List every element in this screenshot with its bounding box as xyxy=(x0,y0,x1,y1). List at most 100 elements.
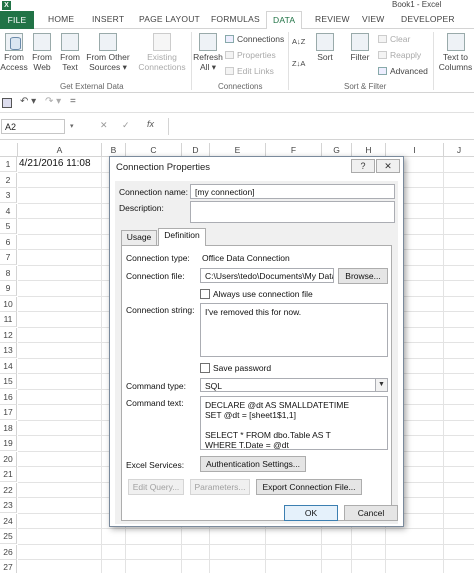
row-header-15[interactable]: 15 xyxy=(0,374,17,389)
tab-formulas[interactable]: FORMULAS xyxy=(211,14,260,24)
column-header-a[interactable]: A xyxy=(18,143,102,157)
row-header-11[interactable]: 11 xyxy=(0,312,17,327)
ok-button[interactable]: OK xyxy=(284,505,338,521)
edit-query-button[interactable]: Edit Query... xyxy=(128,479,184,495)
existing-connections-button[interactable]: Existing Connections xyxy=(136,33,188,72)
from-other-sources-button[interactable]: From Other Sources ▾ xyxy=(84,33,132,72)
properties-button[interactable]: Properties xyxy=(225,50,276,60)
existing-label-1: Existing xyxy=(147,52,177,62)
column-header-i[interactable]: I xyxy=(386,143,444,157)
sort-z-a-button[interactable]: Z↓A xyxy=(292,59,305,68)
row-header-2[interactable]: 2 xyxy=(0,172,17,188)
row-header-3[interactable]: 3 xyxy=(0,188,17,203)
help-button[interactable]: ? xyxy=(351,159,375,173)
column-header-b[interactable]: B xyxy=(102,143,126,157)
save-icon[interactable] xyxy=(2,98,12,108)
row-header-14[interactable]: 14 xyxy=(0,358,17,374)
tab-file[interactable]: FILE xyxy=(0,11,34,29)
redo-button[interactable]: ↷ ▾ xyxy=(45,96,61,107)
tab-insert[interactable]: INSERT xyxy=(92,14,124,24)
row-header-1[interactable]: 1 xyxy=(0,157,17,172)
filter-label: Filter xyxy=(350,52,370,62)
from-text-button[interactable]: From Text xyxy=(57,33,83,72)
save-password-checkbox[interactable] xyxy=(200,363,210,373)
customize-qat-button[interactable]: = xyxy=(70,96,76,107)
row-header-9[interactable]: 9 xyxy=(0,281,17,296)
sort-a-z-button[interactable]: A↓Z xyxy=(292,37,305,46)
column-header-g[interactable]: G xyxy=(322,143,352,157)
row-header-7[interactable]: 7 xyxy=(0,250,17,265)
row-header-26[interactable]: 26 xyxy=(0,544,17,560)
column-header-c[interactable]: C xyxy=(126,143,182,157)
row-header-23[interactable]: 23 xyxy=(0,498,17,513)
cancel-formula-icon[interactable]: ✕ xyxy=(100,120,108,131)
column-header-j[interactable]: J xyxy=(444,143,474,157)
row-header-8[interactable]: 8 xyxy=(0,265,17,281)
connection-string-input[interactable]: I've removed this for now. xyxy=(200,303,388,357)
export-connection-file-button[interactable]: Export Connection File... xyxy=(256,479,362,495)
reapply-button[interactable]: Reapply xyxy=(378,50,421,60)
authentication-settings-button[interactable]: Authentication Settings... xyxy=(200,456,306,472)
close-button[interactable]: ✕ xyxy=(376,159,400,173)
tab-home[interactable]: HOME xyxy=(48,14,74,24)
command-text-input[interactable]: DECLARE @dt AS SMALLDATETIME SET @dt = [… xyxy=(200,396,388,450)
insert-function-button[interactable]: fx xyxy=(147,119,154,129)
tab-page-layout[interactable]: PAGE LAYOUT xyxy=(139,14,200,24)
sort-button[interactable]: Sort xyxy=(313,33,337,62)
edit-links-button[interactable]: Edit Links xyxy=(225,66,274,76)
row-header-4[interactable]: 4 xyxy=(0,203,17,219)
select-all-corner[interactable] xyxy=(0,143,18,157)
cancel-button[interactable]: Cancel xyxy=(344,505,398,521)
text-to-columns-icon xyxy=(446,33,465,51)
tab-data[interactable]: DATA xyxy=(266,11,303,30)
connection-name-input[interactable]: [my connection] xyxy=(190,184,395,199)
row-header-13[interactable]: 13 xyxy=(0,343,17,358)
row-header-27[interactable]: 27 xyxy=(0,560,17,573)
row-header-5[interactable]: 5 xyxy=(0,219,17,234)
tab-review[interactable]: REVIEW xyxy=(315,14,350,24)
name-box-dropdown-icon[interactable]: ▾ xyxy=(70,122,74,130)
chevron-down-icon[interactable]: ▼ xyxy=(375,379,387,391)
tab-usage[interactable]: Usage xyxy=(121,230,157,245)
row-header-19[interactable]: 19 xyxy=(0,436,17,451)
connections-button[interactable]: Connections xyxy=(225,34,284,44)
formula-input[interactable] xyxy=(168,118,474,135)
tab-developer[interactable]: DEVELOPER xyxy=(401,14,455,24)
connection-file-input[interactable]: C:\Users\tedo\Documents\My Data S xyxy=(200,268,334,283)
browse-button[interactable]: Browse... xyxy=(338,268,388,284)
clear-filter-button[interactable]: Clear xyxy=(378,34,410,44)
row-header-12[interactable]: 12 xyxy=(0,327,17,343)
column-header-d[interactable]: D xyxy=(182,143,210,157)
row-header-22[interactable]: 22 xyxy=(0,482,17,498)
row-header-24[interactable]: 24 xyxy=(0,513,17,529)
edit-links-icon xyxy=(225,67,234,75)
properties-label: Properties xyxy=(237,50,276,60)
column-header-h[interactable]: H xyxy=(352,143,386,157)
row-header-18[interactable]: 18 xyxy=(0,420,17,436)
filter-button[interactable]: Filter xyxy=(346,33,374,62)
from-web-button[interactable]: From Web xyxy=(29,33,55,72)
column-header-e[interactable]: E xyxy=(210,143,266,157)
row-header-16[interactable]: 16 xyxy=(0,389,17,405)
command-type-select[interactable]: SQL xyxy=(200,378,388,392)
row-header-6[interactable]: 6 xyxy=(0,234,17,250)
text-to-columns-button[interactable]: Text to Columns xyxy=(437,33,474,72)
excel-app-icon: X xyxy=(2,1,11,10)
tab-definition[interactable]: Definition xyxy=(158,228,206,246)
row-header-25[interactable]: 25 xyxy=(0,529,17,544)
column-header-f[interactable]: F xyxy=(266,143,322,157)
refresh-all-button[interactable]: Refresh All ▾ xyxy=(193,33,223,72)
row-header-20[interactable]: 20 xyxy=(0,451,17,467)
row-header-17[interactable]: 17 xyxy=(0,405,17,420)
enter-formula-icon[interactable]: ✓ xyxy=(122,120,130,131)
description-input[interactable] xyxy=(190,201,395,223)
advanced-filter-button[interactable]: Advanced xyxy=(378,66,428,76)
always-use-checkbox[interactable] xyxy=(200,289,210,299)
row-header-10[interactable]: 10 xyxy=(0,296,17,312)
tab-view[interactable]: VIEW xyxy=(362,14,385,24)
parameters-button[interactable]: Parameters... xyxy=(190,479,250,495)
from-access-button[interactable]: From Access xyxy=(0,33,28,72)
row-header-21[interactable]: 21 xyxy=(0,467,17,482)
undo-button[interactable]: ↶ ▾ xyxy=(20,96,36,107)
name-box[interactable]: A2 xyxy=(1,119,65,134)
